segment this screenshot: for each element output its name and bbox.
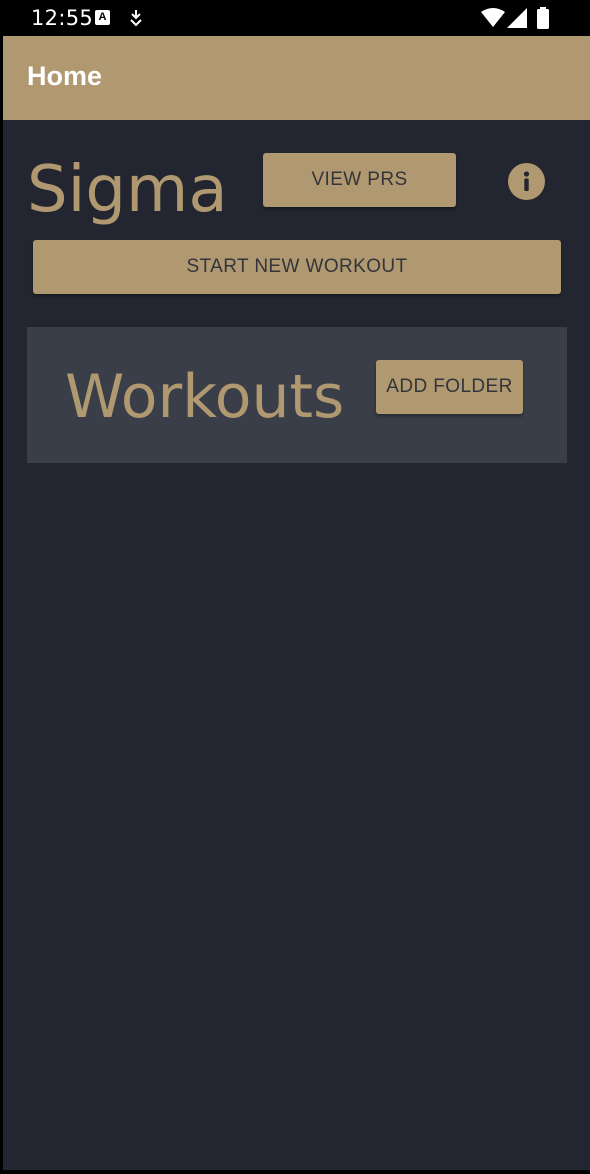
wifi-icon [481,8,505,27]
workouts-title: Workouts [65,362,345,432]
a-notification-icon: A [95,10,110,25]
app-bar-title: Home [27,61,103,91]
start-new-workout-button[interactable]: START NEW WORKOUT [33,240,561,294]
download-icon [130,10,142,27]
app-bar: Home [3,36,590,120]
workouts-section: Workouts ADD FOLDER [27,327,567,463]
signal-icon [507,8,527,28]
page-title: Sigma [27,153,228,227]
battery-icon [537,7,549,29]
view-prs-button[interactable]: VIEW PRS [263,153,456,207]
info-glyph [523,171,530,191]
add-folder-button[interactable]: ADD FOLDER [376,360,523,414]
app-content: Home Sigma VIEW PRS START NEW WORKOUT Wo… [3,36,590,1170]
phone-screen: 12:55 A Home Sigma VIEW PRS START NEW WO… [0,0,590,1174]
status-bar: 12:55 A [0,0,590,36]
status-time: 12:55 [31,6,94,30]
info-icon[interactable] [508,163,545,200]
